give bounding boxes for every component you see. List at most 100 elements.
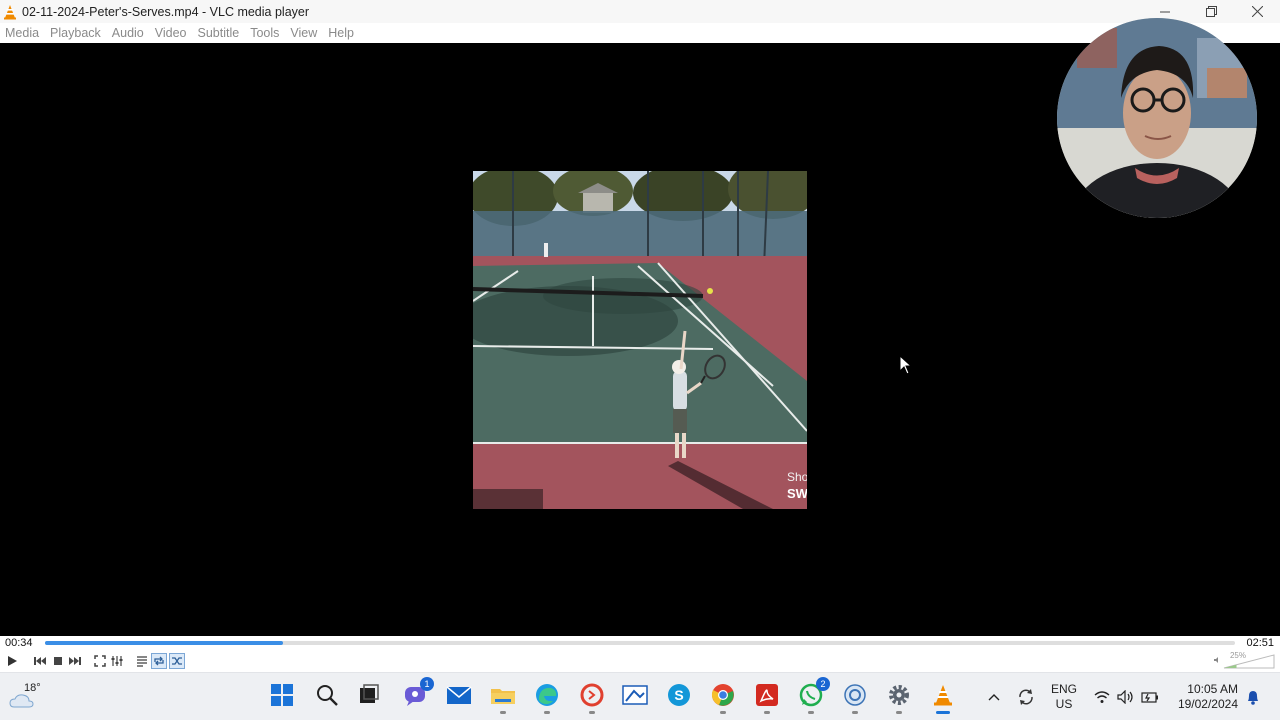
battery-plug-icon <box>1141 692 1158 703</box>
taskbar-chrome[interactable] <box>709 681 737 714</box>
total-time: 02:51 <box>1246 637 1274 649</box>
vlc-cone-icon <box>4 4 16 19</box>
play-icon <box>8 656 17 666</box>
windows-taskbar: 18° 1 S 2 ENG US 10:05 AM 19/02/2024 <box>0 672 1280 720</box>
fullscreen-icon <box>94 655 106 667</box>
language-indicator[interactable]: ENG US <box>1048 682 1080 712</box>
mail-icon <box>446 686 472 704</box>
taskbar-vlc[interactable] <box>929 681 957 714</box>
menu-tools[interactable]: Tools <box>250 26 279 40</box>
seek-bar[interactable] <box>45 641 1235 645</box>
playlist-button[interactable] <box>134 653 150 669</box>
loop-button[interactable] <box>151 653 167 669</box>
menu-help[interactable]: Help <box>328 26 354 40</box>
menu-video[interactable]: Video <box>155 26 187 40</box>
speaker-icon <box>1214 657 1218 663</box>
seek-bar-progress <box>45 641 283 645</box>
taskbar-mail[interactable] <box>445 681 473 709</box>
task-view-button[interactable] <box>355 681 383 709</box>
previous-icon <box>34 657 46 665</box>
video-frame: Sho SW <box>473 171 807 509</box>
next-icon <box>69 657 81 665</box>
task-view-icon <box>360 684 379 703</box>
playlist-icon <box>137 656 147 667</box>
notifications-button[interactable] <box>1243 681 1263 713</box>
taskbar-search-button[interactable] <box>313 681 341 709</box>
stop-icon <box>54 657 62 665</box>
restore-button[interactable] <box>1188 0 1234 23</box>
search-icon <box>317 685 338 706</box>
acrobat-icon <box>756 684 778 706</box>
extended-settings-icon <box>111 656 123 666</box>
close-button[interactable] <box>1234 0 1280 23</box>
language-code: ENG <box>1050 682 1077 696</box>
sync-icon <box>1019 689 1033 705</box>
svg-text:S: S <box>674 687 683 703</box>
previous-button[interactable] <box>32 653 48 669</box>
chevron-up-icon <box>988 694 1000 701</box>
restore-icon <box>1205 6 1217 17</box>
close-icon <box>1251 6 1263 17</box>
wifi-icon <box>1094 691 1110 703</box>
shuffle-button[interactable] <box>169 653 185 669</box>
stop-button[interactable] <box>50 653 66 669</box>
gear-icon <box>889 685 909 705</box>
taskbar-edge[interactable] <box>533 681 561 714</box>
wifi-status[interactable] <box>1092 681 1112 713</box>
weather-temperature: 18° <box>24 682 41 694</box>
show-hidden-icons-button[interactable] <box>985 681 1003 713</box>
menu-audio[interactable]: Audio <box>112 26 144 40</box>
menu-playback[interactable]: Playback <box>50 26 101 40</box>
taskbar-acrobat[interactable] <box>753 681 781 714</box>
edge-icon <box>536 684 558 706</box>
vlc-cone-icon <box>934 685 952 706</box>
minimize-icon <box>1160 11 1170 12</box>
window-title: 02-11-2024-Peter's-Serves.mp4 - VLC medi… <box>22 4 310 19</box>
title-bar: 02-11-2024-Peter's-Serves.mp4 - VLC medi… <box>0 0 1280 23</box>
taskbar-teams-chat[interactable]: 1 <box>401 677 434 709</box>
taskbar-control-panel[interactable] <box>841 681 869 714</box>
menu-subtitle[interactable]: Subtitle <box>198 26 240 40</box>
teams-badge: 1 <box>420 677 434 691</box>
taskbar-whatsapp[interactable]: 2 <box>797 677 830 714</box>
play-button[interactable] <box>4 653 20 669</box>
playback-controls: 25% <box>0 650 1280 672</box>
windows-logo-icon <box>271 684 293 706</box>
webcam-person-image <box>1057 18 1257 218</box>
skype-icon: S <box>668 684 690 706</box>
taskbar-settings[interactable] <box>885 681 913 714</box>
menu-bar: Media Playback Audio Video Subtitle Tool… <box>0 23 1280 43</box>
extended-settings-button[interactable] <box>109 653 125 669</box>
taskbar-skype[interactable]: S <box>665 681 693 709</box>
current-time: 00:34 <box>5 637 33 649</box>
whatsapp-badge: 2 <box>816 677 830 691</box>
battery-status[interactable] <box>1140 681 1160 713</box>
loop-icon <box>154 656 164 666</box>
taskbar-screen-recorder[interactable] <box>578 681 606 714</box>
mouse-cursor-icon <box>899 355 913 375</box>
volume-status[interactable] <box>1116 681 1136 713</box>
clock-time: 10:05 AM <box>1187 682 1238 696</box>
next-button[interactable] <box>67 653 83 669</box>
region-code: US <box>1055 697 1073 711</box>
weather-widget[interactable]: 18° <box>8 679 48 715</box>
screenshot-tool-icon <box>622 685 648 705</box>
folder-icon <box>491 689 515 704</box>
start-button[interactable] <box>268 681 296 709</box>
taskbar-file-explorer[interactable] <box>489 681 517 714</box>
video-overlay-text-1: Sho <box>787 470 807 484</box>
system-clock[interactable]: 10:05 AM 19/02/2024 <box>1170 682 1238 712</box>
clock-date: 19/02/2024 <box>1177 697 1238 711</box>
menu-media[interactable]: Media <box>5 26 39 40</box>
taskbar-screenshot-tool[interactable] <box>621 681 649 709</box>
menu-view[interactable]: View <box>290 26 317 40</box>
shuffle-icon <box>172 657 182 665</box>
fullscreen-button[interactable] <box>92 653 108 669</box>
seek-row: 00:34 02:51 <box>0 636 1280 650</box>
video-overlay-text-2: SW <box>787 486 807 501</box>
webcam-overlay <box>1057 18 1257 218</box>
sync-status[interactable] <box>1014 681 1038 713</box>
control-panel-icon <box>844 684 866 706</box>
screen-recorder-icon <box>580 683 604 707</box>
volume-slider[interactable] <box>1212 652 1276 670</box>
